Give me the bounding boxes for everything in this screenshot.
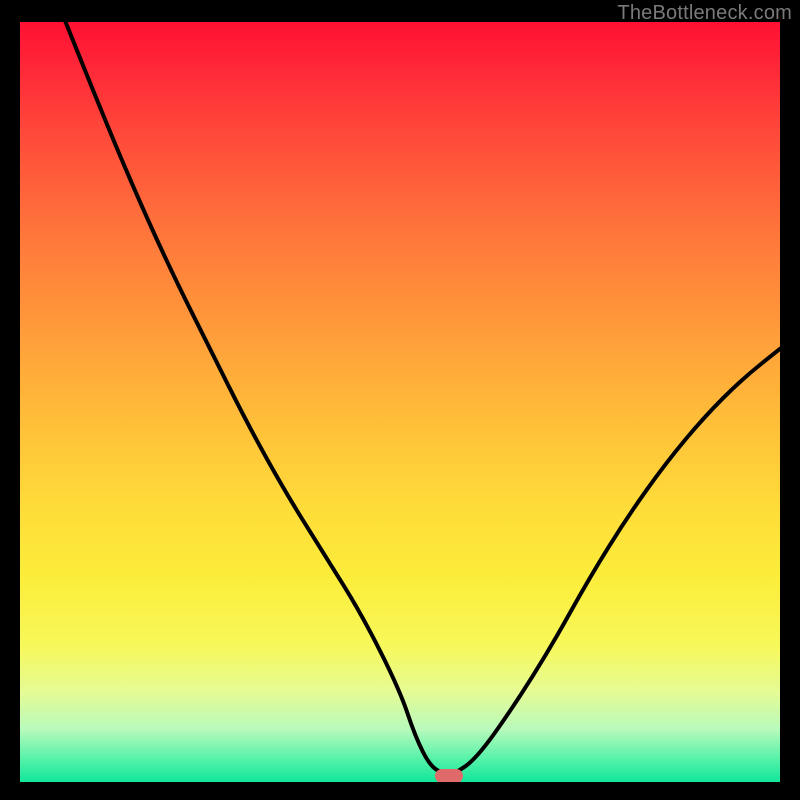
chart-frame: TheBottleneck.com xyxy=(0,0,800,800)
optimal-marker xyxy=(435,769,463,782)
bottleneck-curve xyxy=(66,22,780,774)
watermark-text: TheBottleneck.com xyxy=(617,2,792,25)
curve-layer xyxy=(20,22,780,782)
plot-area xyxy=(20,22,780,782)
